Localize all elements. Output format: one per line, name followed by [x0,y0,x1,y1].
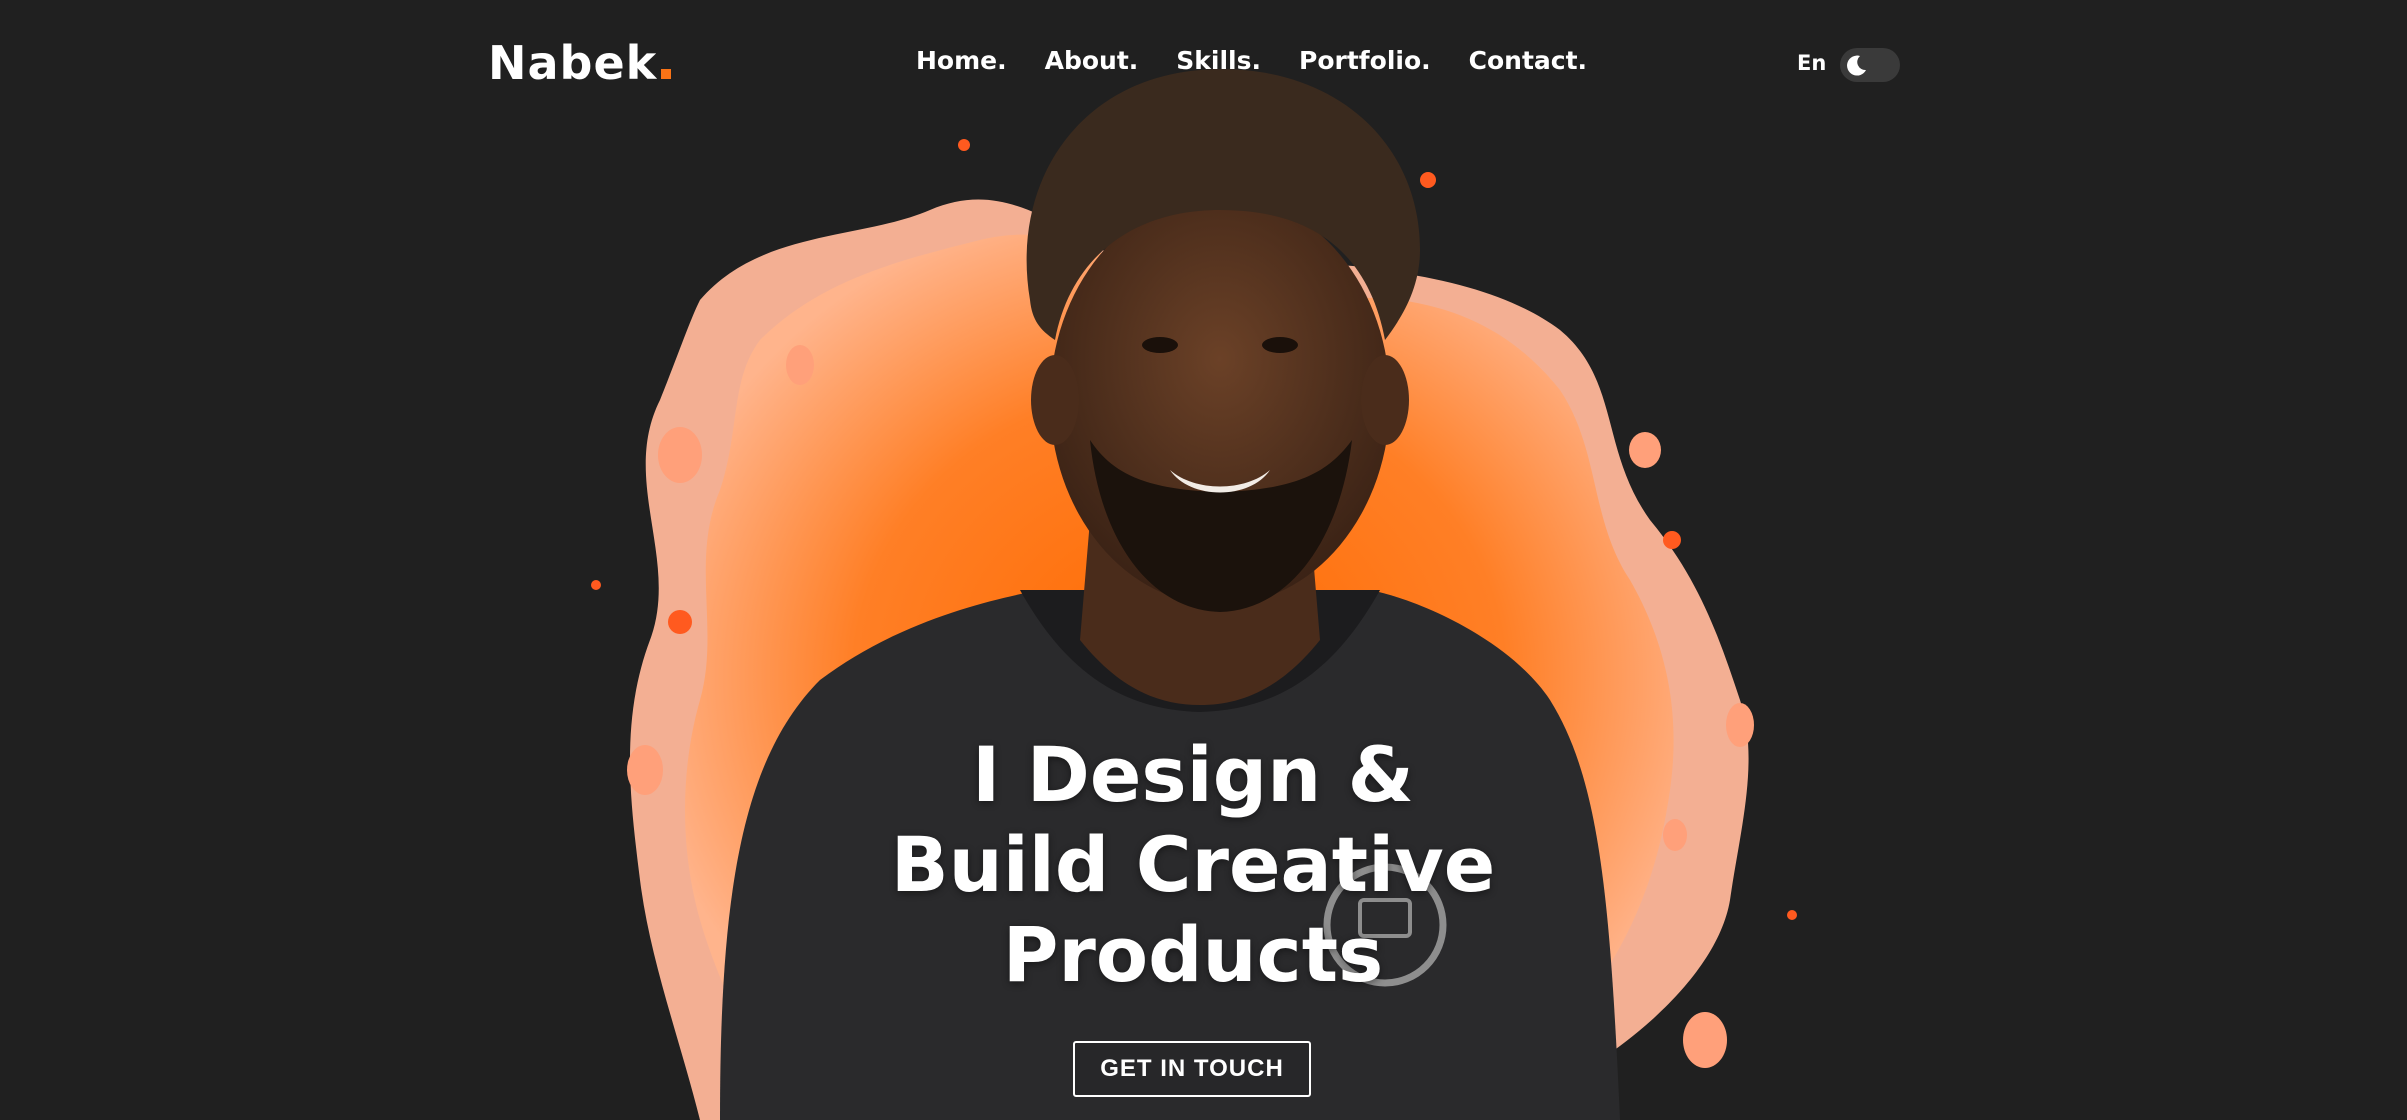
hero-headline: I Design & Build Creative Products [793,730,1593,1000]
hero-headline-line-1: I Design & [972,730,1414,819]
nav-item-contact[interactable]: Contact. [1469,46,1587,75]
get-in-touch-button[interactable]: GET IN TOUCH [1073,1041,1311,1097]
brand-logo[interactable]: Nabek [488,36,672,90]
nav-item-home[interactable]: Home. [916,46,1007,75]
moon-icon [1847,55,1866,76]
page: Nabek Home. About. Skills. Portfolio. Co… [0,0,2407,1120]
brand-logo-text: Nabek [488,36,658,90]
nav-item-about[interactable]: About. [1045,46,1139,75]
language-switcher[interactable]: En [1797,51,1826,75]
nav-item-skills[interactable]: Skills. [1176,46,1261,75]
theme-toggle[interactable] [1840,48,1900,82]
nav-item-portfolio[interactable]: Portfolio. [1299,46,1431,75]
main-nav: Home. About. Skills. Portfolio. Contact. [916,46,1587,75]
hero-headline-line-2: Build Creative [890,820,1496,909]
hero-headline-line-3: Products [1002,910,1384,999]
brand-logo-dot [661,69,672,79]
